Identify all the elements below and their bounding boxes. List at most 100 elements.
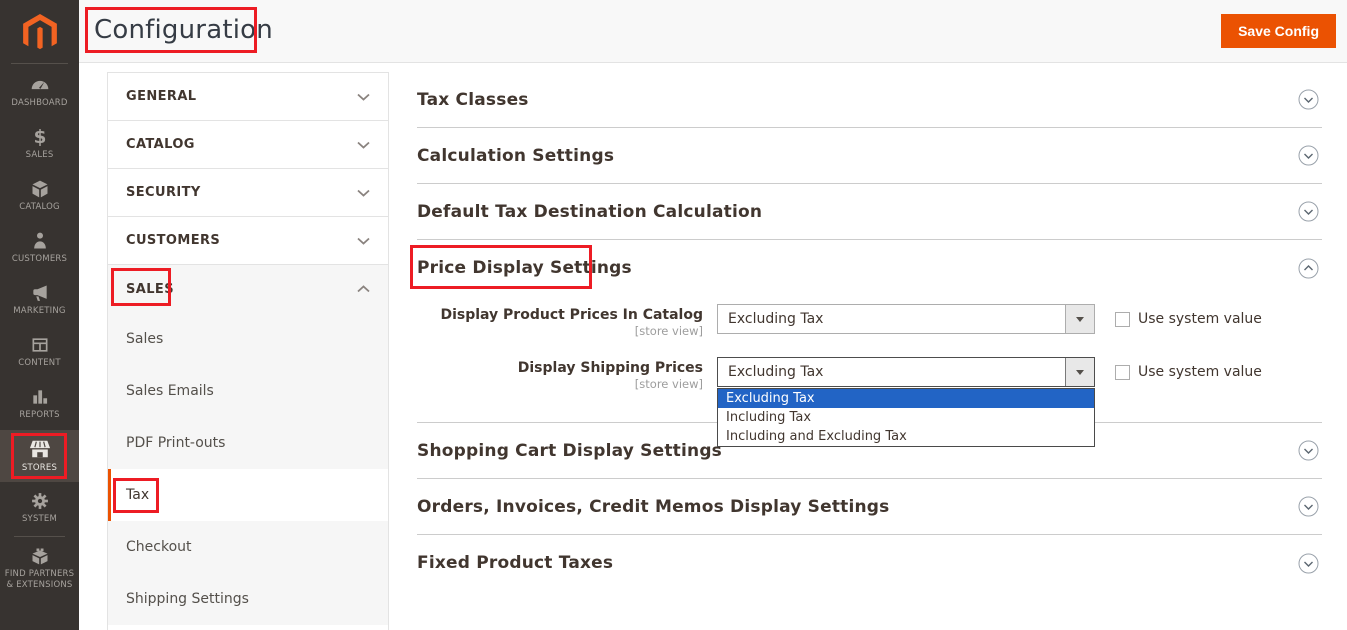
nav-subitem-checkout[interactable]: Checkout: [108, 521, 388, 573]
magento-admin-config-page: DASHBOARD $ SALES CATALOG CUSTOMERS: [0, 0, 1347, 630]
magento-logo[interactable]: [0, 0, 79, 63]
nav-section-catalog[interactable]: CATALOG: [108, 121, 388, 169]
select-arrow-button[interactable]: [1065, 358, 1094, 386]
sidebar-item-stores[interactable]: STORES: [0, 430, 79, 482]
sidebar-divider: [14, 536, 65, 537]
brick-icon: [30, 546, 50, 566]
nav-subitem-shipping-settings[interactable]: Shipping Settings: [108, 573, 388, 625]
sales-subsections: Sales Sales Emails PDF Print-outs Tax Ch…: [108, 313, 388, 625]
field-label-block: Display Product Prices In Catalog [store…: [417, 304, 703, 338]
nav-section-sales[interactable]: SALES: [108, 265, 388, 313]
configuration-nav-panel: GENERAL CATALOG SECURITY CUSTOMERS SALES: [107, 72, 389, 630]
circle-chevron-down-icon[interactable]: [1298, 89, 1319, 110]
accordion-fixed-product-taxes[interactable]: Fixed Product Taxes: [417, 535, 1322, 591]
sidebar-item-marketing[interactable]: MARKETING: [0, 274, 79, 326]
circle-chevron-up-icon[interactable]: [1298, 258, 1319, 279]
display-product-prices-select[interactable]: Excluding Tax: [717, 304, 1095, 334]
field-display-shipping-prices: Display Shipping Prices [store view] Exc…: [417, 357, 1322, 391]
select-arrow-button[interactable]: [1065, 305, 1094, 333]
nav-subitem-label: Sales Emails: [126, 383, 214, 399]
display-shipping-prices-select[interactable]: Excluding Tax: [717, 357, 1095, 387]
storefront-icon: [29, 438, 51, 460]
field-display-product-prices: Display Product Prices In Catalog [store…: [417, 304, 1322, 338]
chevron-down-icon: [357, 189, 370, 197]
page-header: Configuration Save Config: [79, 0, 1347, 63]
sidebar-item-label: SALES: [4, 150, 76, 161]
page-title: Configuration: [94, 15, 273, 45]
dropdown-option-including-and-excluding-tax[interactable]: Including and Excluding Tax: [718, 427, 1094, 446]
price-display-settings-panel: Display Product Prices In Catalog [store…: [417, 296, 1322, 423]
circle-chevron-down-icon[interactable]: [1298, 440, 1319, 461]
accordion-title: Orders, Invoices, Credit Memos Display S…: [417, 497, 889, 517]
field-label: Display Product Prices In Catalog: [417, 307, 703, 323]
circle-chevron-down-icon[interactable]: [1298, 496, 1319, 517]
accordion-title: Shopping Cart Display Settings: [417, 441, 722, 461]
sidebar-item-content[interactable]: CONTENT: [0, 326, 79, 378]
accordion-title: Price Display Settings: [417, 258, 632, 278]
sidebar-item-dashboard[interactable]: DASHBOARD: [0, 66, 79, 118]
nav-section-label: GENERAL: [126, 89, 196, 104]
nav-subitem-label: Checkout: [126, 539, 192, 555]
field-label: Display Shipping Prices: [417, 360, 703, 376]
nav-subitem-sales-emails[interactable]: Sales Emails: [108, 365, 388, 417]
circle-chevron-down-icon[interactable]: [1298, 201, 1319, 222]
nav-subitem-label: Tax: [126, 487, 149, 503]
field-scope: [store view]: [417, 377, 703, 391]
nav-section-customers[interactable]: CUSTOMERS: [108, 217, 388, 265]
accordion-orders-invoices-credit-memos[interactable]: Orders, Invoices, Credit Memos Display S…: [417, 479, 1322, 535]
save-config-button[interactable]: Save Config: [1221, 14, 1336, 48]
accordion-default-tax-destination[interactable]: Default Tax Destination Calculation: [417, 184, 1322, 240]
nav-section-security[interactable]: SECURITY: [108, 169, 388, 217]
chevron-up-icon: [357, 285, 370, 293]
chevron-down-icon: [357, 237, 370, 245]
nav-section-label: CUSTOMERS: [126, 233, 220, 248]
dropdown-option-including-tax[interactable]: Including Tax: [718, 408, 1094, 427]
accordion-tax-classes[interactable]: Tax Classes: [417, 72, 1322, 128]
nav-subitem-sales[interactable]: Sales: [108, 313, 388, 365]
nav-section-label: SALES: [126, 282, 174, 297]
sidebar-item-customers[interactable]: CUSTOMERS: [0, 222, 79, 274]
circle-chevron-down-icon[interactable]: [1298, 553, 1319, 574]
sidebar-item-catalog[interactable]: CATALOG: [0, 170, 79, 222]
nav-subitem-tax[interactable]: Tax: [108, 469, 388, 521]
sidebar-item-label: STORES: [4, 463, 76, 474]
caret-down-icon: [1076, 317, 1084, 322]
circle-chevron-down-icon[interactable]: [1298, 145, 1319, 166]
nav-section-general[interactable]: GENERAL: [108, 73, 388, 121]
megaphone-icon: [30, 283, 50, 303]
select-value: Excluding Tax: [728, 311, 823, 327]
sidebar-item-sales[interactable]: $ SALES: [0, 118, 79, 170]
caret-down-icon: [1076, 370, 1084, 375]
sidebar-divider: [11, 63, 68, 64]
accordion-title: Fixed Product Taxes: [417, 553, 613, 573]
use-system-value-checkbox[interactable]: [1115, 365, 1130, 380]
sidebar-item-label: SYSTEM: [4, 514, 76, 525]
sidebar-item-reports[interactable]: REPORTS: [0, 378, 79, 430]
dashboard-icon: [30, 75, 50, 95]
use-system-value-row: Use system value: [1115, 311, 1262, 327]
nav-subitem-pdf-print-outs[interactable]: PDF Print-outs: [108, 417, 388, 469]
shipping-prices-dropdown-list: Excluding Tax Including Tax Including an…: [717, 388, 1095, 447]
gear-icon: [30, 491, 50, 511]
accordion-price-display-settings[interactable]: Price Display Settings: [417, 240, 1322, 296]
use-system-value-checkbox[interactable]: [1115, 312, 1130, 327]
nav-section-label: SECURITY: [126, 185, 201, 200]
sidebar-item-label: DASHBOARD: [4, 98, 76, 109]
bar-chart-icon: [30, 387, 50, 407]
sidebar-item-label: CATALOG: [4, 202, 76, 213]
field-scope: [store view]: [417, 324, 703, 338]
field-label-block: Display Shipping Prices [store view]: [417, 357, 703, 391]
checkbox-label: Use system value: [1138, 311, 1262, 327]
sidebar-item-label: MARKETING: [4, 306, 76, 317]
sidebar-item-find-partners[interactable]: FIND PARTNERS & EXTENSIONS: [0, 539, 79, 597]
sidebar-item-label: CONTENT: [4, 358, 76, 369]
sidebar-item-label: REPORTS: [4, 410, 76, 421]
sidebar-item-system[interactable]: SYSTEM: [0, 482, 79, 534]
chevron-down-icon: [357, 141, 370, 149]
nav-subitem-label: Sales: [126, 331, 163, 347]
use-system-value-row: Use system value: [1115, 364, 1262, 380]
dropdown-option-excluding-tax[interactable]: Excluding Tax: [718, 389, 1094, 408]
accordion-calculation-settings[interactable]: Calculation Settings: [417, 128, 1322, 184]
nav-section-label: CATALOG: [126, 137, 195, 152]
select-wrap: Excluding Tax Excluding Tax Including Ta…: [717, 357, 1095, 387]
